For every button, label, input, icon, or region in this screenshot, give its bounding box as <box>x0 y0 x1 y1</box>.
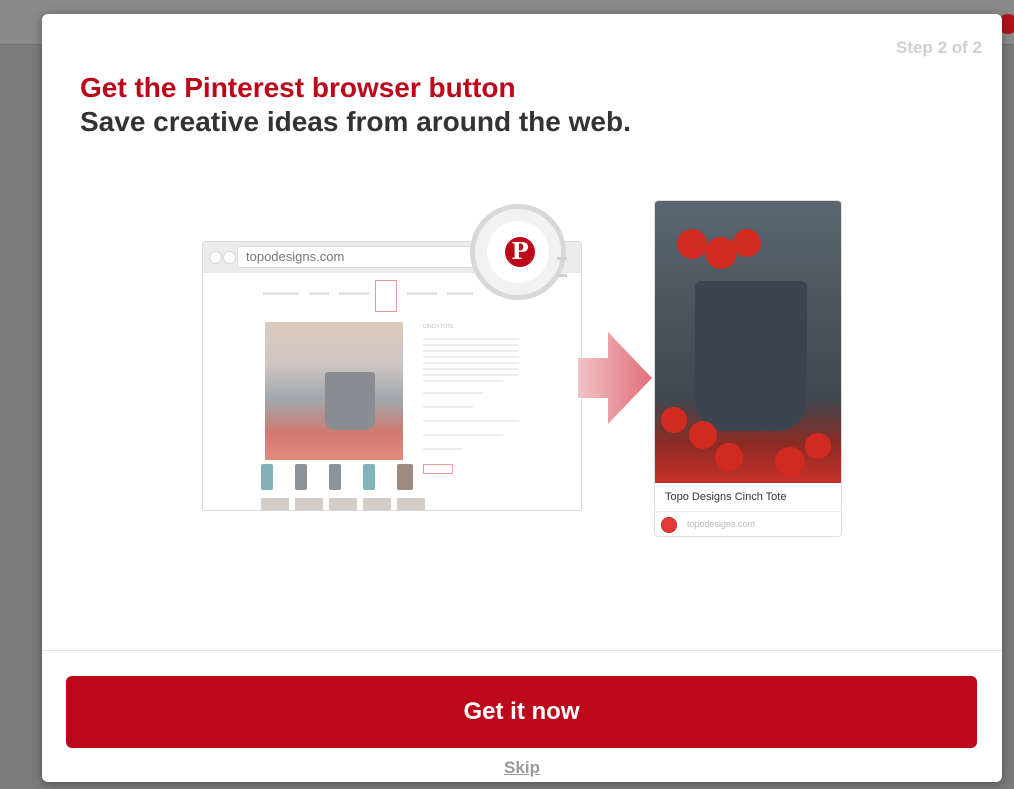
get-it-now-button[interactable]: Get it now <box>66 676 977 748</box>
browser-url-bar: topodesigns.com <box>237 246 487 268</box>
install-button-modal: Step 2 of 2 Get the Pinterest browser bu… <box>42 14 1002 782</box>
tote-bag-image <box>695 281 807 431</box>
tomato-shape <box>805 433 831 459</box>
tomato-shape <box>661 407 687 433</box>
modal-headline: Get the Pinterest browser button <box>80 72 516 103</box>
tomato-shape <box>715 443 743 471</box>
pin-caption: Topo Designs Cinch Tote <box>665 491 787 503</box>
pinterest-logo-icon: P <box>505 237 535 267</box>
magnifier-lens: P <box>470 204 567 300</box>
tomato-shape <box>677 229 707 259</box>
tomato-shape <box>689 421 717 449</box>
pin-preview-card: Topo Designs Cinch Tote topodesigns.com <box>654 200 842 537</box>
window-dot-icon <box>209 251 222 264</box>
pin-source: topodesigns.com <box>687 519 756 529</box>
tomato-shape <box>775 447 805 477</box>
window-dot-icon <box>223 251 236 264</box>
tomato-shape <box>733 229 761 257</box>
source-site-icon <box>661 517 677 533</box>
browser-fade-overlay <box>203 272 581 510</box>
footer-divider <box>42 650 1002 651</box>
pin-image <box>655 201 841 483</box>
modal-subhead: Save creative ideas from around the web. <box>80 106 631 137</box>
magnifier-inner: P <box>487 221 567 283</box>
toolbar-grip-icon <box>557 257 567 277</box>
arrow-right-icon <box>578 332 652 424</box>
step-indicator: Step 2 of 2 <box>896 38 982 57</box>
pin-divider <box>655 511 841 512</box>
skip-link[interactable]: Skip <box>42 758 1002 778</box>
